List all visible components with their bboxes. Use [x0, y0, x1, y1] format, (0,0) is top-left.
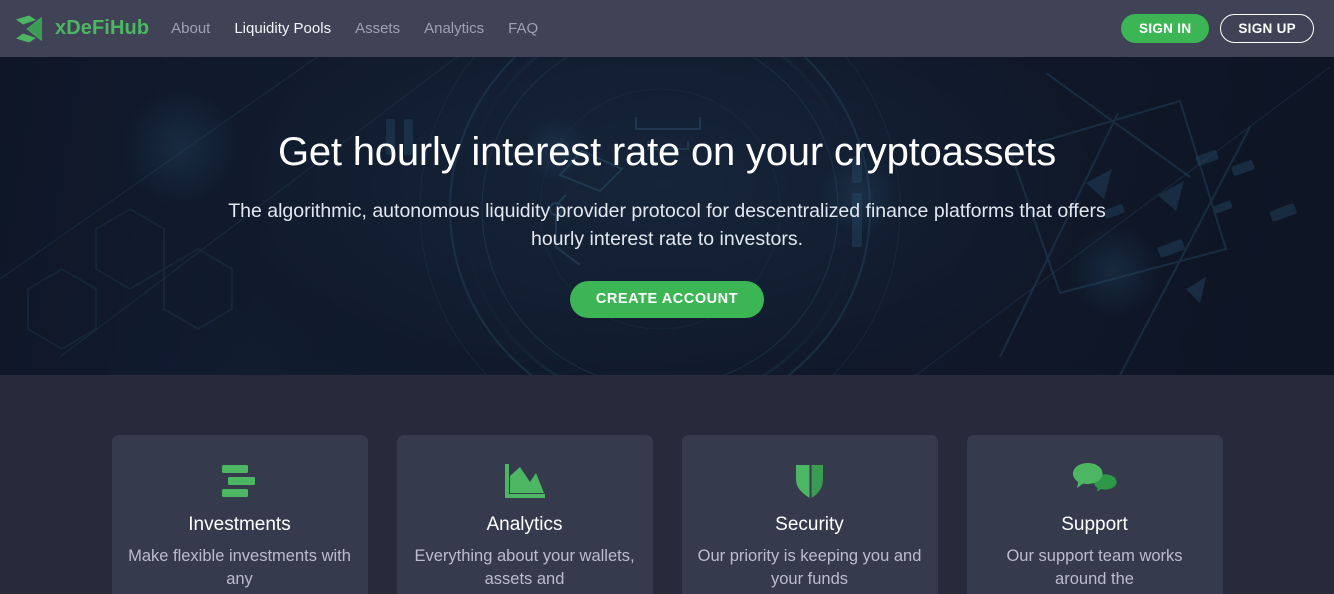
card-description: Make flexible investments with any — [128, 546, 351, 589]
card-icon-wrap — [1072, 461, 1118, 501]
card-title: Security — [775, 514, 844, 535]
card-title: Analytics — [486, 514, 563, 535]
auth-actions: SIGN IN SIGN UP — [1121, 14, 1314, 43]
features-section: Investments Make flexible investments wi… — [0, 375, 1334, 594]
feature-card-analytics[interactable]: Analytics Everything about your wallets,… — [396, 435, 653, 594]
nav-link-about[interactable]: About — [171, 21, 210, 36]
hero-subtitle: The algorithmic, autonomous liquidity pr… — [228, 200, 1106, 251]
chat-bubbles-icon — [1072, 463, 1117, 492]
hero-title: Get hourly interest rate on your cryptoa… — [277, 130, 1057, 174]
create-account-button[interactable]: CREATE ACCOUNT — [569, 280, 765, 318]
brand-logo[interactable]: xDeFiHub — [12, 14, 149, 44]
card-description: Our support team works around the — [1006, 546, 1183, 589]
card-title: Support — [1061, 514, 1128, 535]
feature-card-security[interactable]: Security Our priority is keeping you and… — [681, 435, 938, 594]
nav-link-faq[interactable]: FAQ — [508, 21, 538, 36]
brand-name: xDeFiHub — [55, 17, 150, 39]
card-icon-wrap — [503, 461, 547, 501]
card-icon-wrap — [794, 461, 825, 501]
card-title: Investments — [188, 514, 291, 535]
card-description: Everything about your wallets, assets an… — [414, 546, 635, 589]
area-chart-icon — [504, 464, 545, 498]
card-description: Our priority is keeping you and your fun… — [697, 546, 922, 589]
nav-link-liquidity-pools[interactable]: Liquidity Pools — [234, 21, 331, 36]
xdefihub-logo-icon — [16, 15, 42, 42]
nav-link-assets[interactable]: Assets — [355, 21, 400, 36]
feature-card-support[interactable]: Support Our support team works around th… — [966, 435, 1223, 594]
nav-link-analytics[interactable]: Analytics — [424, 21, 484, 36]
shield-icon — [796, 465, 823, 498]
site-header: xDeFiHub About Liquidity Pools Assets An… — [0, 0, 1334, 57]
feature-card-investments[interactable]: Investments Make flexible investments wi… — [111, 435, 368, 594]
sign-in-button[interactable]: SIGN IN — [1121, 14, 1210, 43]
hero-section: Get hourly interest rate on your cryptoa… — [0, 57, 1334, 375]
card-icon-wrap — [219, 461, 261, 501]
sign-up-button[interactable]: SIGN UP — [1220, 14, 1314, 43]
hero-content: Get hourly interest rate on your cryptoa… — [0, 57, 1334, 375]
bars-icon — [221, 465, 255, 497]
main-nav: About Liquidity Pools Assets Analytics F… — [171, 21, 538, 36]
